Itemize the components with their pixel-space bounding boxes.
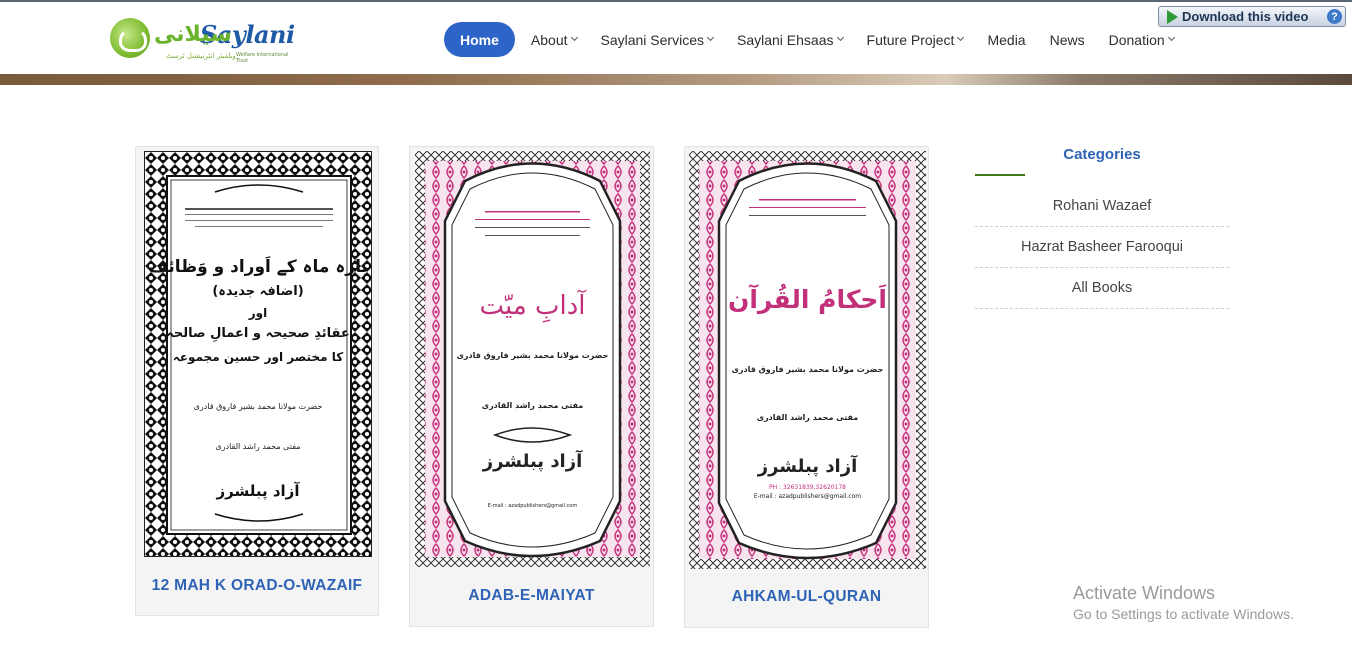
- chevron-down-icon: [836, 33, 844, 42]
- book-card[interactable]: اَحکامُ القُرآن حضرت مولانا محمد بشیر فا…: [684, 146, 929, 628]
- cover-author: حضرت مولانا محمد بشیر فاروق قادری: [731, 365, 884, 374]
- categories-underline: [975, 174, 1025, 176]
- nav-future-label: Future Project: [866, 31, 955, 48]
- cover-heading: بارہ ماہ کے اَوراد و وَظائف: [148, 257, 368, 277]
- chevron-down-icon: [957, 33, 965, 42]
- nav-saylani-services[interactable]: Saylani Services: [600, 22, 715, 57]
- cover-compiler: مفتی محمد راشد القادری: [756, 413, 859, 422]
- nav-news[interactable]: News: [1050, 22, 1085, 57]
- chevron-down-icon: [706, 33, 715, 42]
- cover-heading: آدابِ میّت: [479, 291, 586, 321]
- logo-urdu: سیلانی: [154, 22, 232, 47]
- book-cover-image[interactable]: اَحکامُ القُرآن حضرت مولانا محمد بشیر فا…: [689, 151, 926, 569]
- cover-phone: PH : 32631839,32620178: [769, 484, 846, 491]
- book-title-link[interactable]: 12 MAH K ORAD-O-WAZAIF: [136, 577, 378, 595]
- nav-about[interactable]: About: [530, 22, 578, 57]
- logo-emblem-icon: [110, 18, 150, 58]
- nav-home[interactable]: Home: [444, 22, 515, 57]
- nav-ehsaas-label: Saylani Ehsaas: [737, 31, 834, 48]
- nav-media-label: Media: [987, 31, 1026, 48]
- book-title-link[interactable]: AHKAM-UL-QURAN: [685, 588, 928, 606]
- cover-author: حضرت مولانا محمد بشیر فاروق قادری: [456, 351, 609, 360]
- saylani-logo[interactable]: Saylani سیلانی Welfare International Tru…: [108, 16, 298, 64]
- nav-news-label: News: [1049, 31, 1085, 48]
- main-nav: Home About Saylani Services Saylani Ehsa…: [444, 22, 1198, 57]
- help-icon[interactable]: ?: [1327, 9, 1342, 24]
- cover-compiler: مفتی محمد راشد القادری: [215, 442, 301, 451]
- download-video-label: Download this video: [1182, 9, 1309, 24]
- download-video-button[interactable]: Download this video ?: [1158, 6, 1346, 27]
- nav-donation[interactable]: Donation: [1108, 22, 1175, 57]
- logo-urdu-small: ویلفیئر انٹرنیشنل ٹرسٹ: [166, 52, 236, 60]
- cover-subheading: (اضافہ جدیدہ): [212, 284, 304, 299]
- category-hazrat-basheer-farooqui[interactable]: Hazrat Basheer Farooqui: [975, 227, 1229, 268]
- play-icon: [1167, 9, 1178, 24]
- book-cover-image[interactable]: آدابِ میّت حضرت مولانا محمد بشیر فاروق ق…: [415, 151, 650, 567]
- hero-banner-bottom: [0, 74, 1352, 85]
- book-card[interactable]: آدابِ میّت حضرت مولانا محمد بشیر فاروق ق…: [409, 146, 654, 627]
- nav-donation-label: Donation: [1108, 31, 1165, 48]
- nav-saylani-ehsaas[interactable]: Saylani Ehsaas: [737, 22, 844, 57]
- cover-heading: اَحکامُ القُرآن: [728, 285, 887, 314]
- chevron-down-icon: [570, 33, 578, 42]
- cover-email: E-mail : azadpublishers@gmail.com: [753, 493, 862, 500]
- watermark-subtitle: Go to Settings to activate Windows.: [1073, 606, 1294, 622]
- chevron-down-icon: [1167, 33, 1175, 42]
- cover-line: اور: [248, 306, 268, 320]
- cover-border-pattern: [689, 151, 926, 569]
- nav-about-label: About: [530, 31, 568, 48]
- book-title-link[interactable]: ADAB-E-MAIYAT: [410, 587, 653, 605]
- windows-activation-watermark: Activate Windows Go to Settings to activ…: [1073, 583, 1294, 622]
- category-all-books[interactable]: All Books: [975, 268, 1229, 309]
- nav-media[interactable]: Media: [987, 22, 1025, 57]
- cover-line: کا مختصر اور حسین مجموعہ: [172, 350, 344, 364]
- site-header: Saylani سیلانی Welfare International Tru…: [0, 2, 1352, 74]
- cover-line: عقائدِ صحیحہ و اعمالِ صالحہ: [166, 326, 350, 341]
- cover-publisher: آزاد پبلشرز: [482, 451, 583, 472]
- cover-publisher: آزاد پبلشرز: [757, 456, 858, 477]
- nav-home-label: Home: [460, 31, 499, 48]
- cover-author: حضرت مولانا محمد بشیر فاروق قادری: [193, 402, 323, 411]
- watermark-title: Activate Windows: [1073, 583, 1216, 603]
- category-rohani-wazaef[interactable]: Rohani Wazaef: [975, 186, 1229, 227]
- logo-tagline: Welfare International Trust: [236, 52, 289, 64]
- book-cover-image[interactable]: بارہ ماہ کے اَوراد و وَظائف (اضافہ جدیدہ…: [144, 151, 372, 557]
- nav-future-project[interactable]: Future Project: [866, 22, 965, 57]
- cover-compiler: مفتی محمد راشد القادری: [481, 401, 584, 410]
- cover-email: E-mail : azadpublishers@gmail.com: [487, 503, 578, 509]
- cover-publisher: آزاد پبلشرز: [216, 482, 300, 500]
- book-card[interactable]: بارہ ماہ کے اَوراد و وَظائف (اضافہ جدیدہ…: [135, 146, 379, 616]
- categories-heading: Categories: [1063, 146, 1141, 163]
- nav-services-label: Saylani Services: [600, 31, 705, 48]
